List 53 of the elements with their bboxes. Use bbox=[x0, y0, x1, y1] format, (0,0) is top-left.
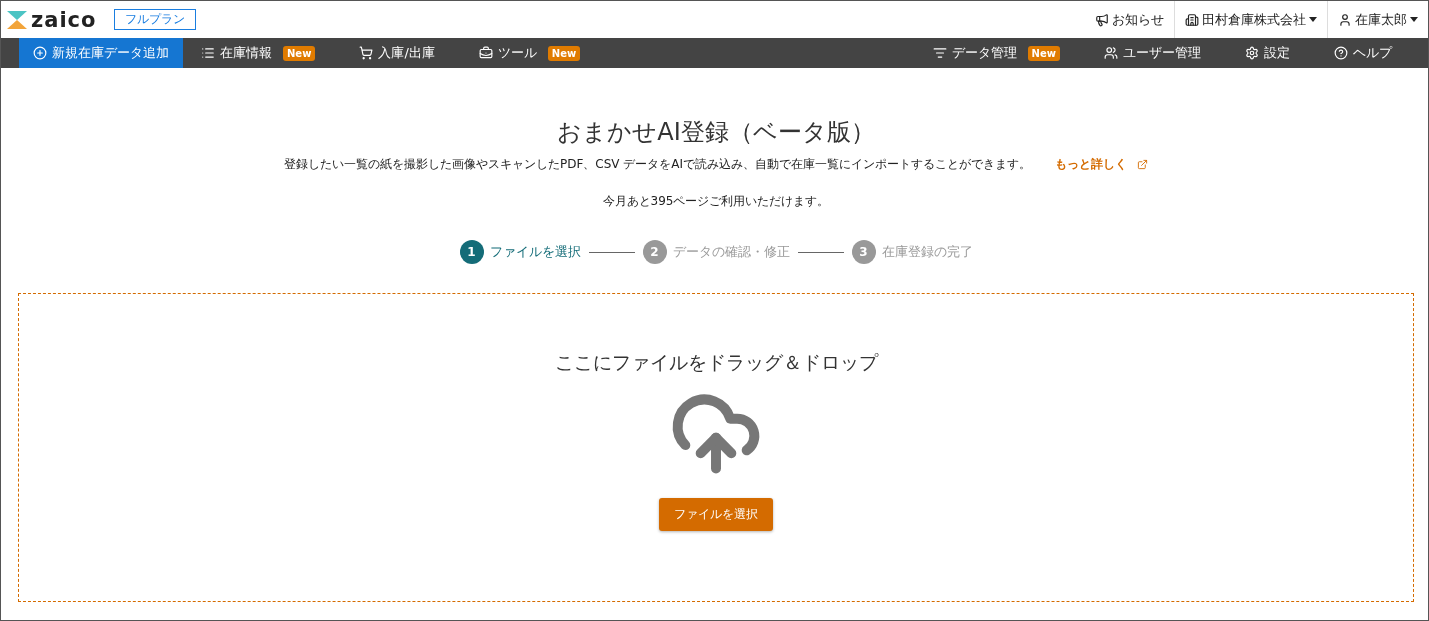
new-badge: New bbox=[547, 45, 581, 61]
step-number: 2 bbox=[642, 240, 667, 264]
more-link[interactable]: もっと詳しく bbox=[1055, 156, 1149, 173]
nav-label: ヘルプ bbox=[1353, 44, 1392, 62]
settings-icon bbox=[1245, 46, 1259, 60]
user-icon bbox=[1338, 12, 1352, 27]
megaphone-icon bbox=[1095, 12, 1109, 27]
step-label: ファイルを選択 bbox=[489, 243, 581, 261]
users-icon bbox=[1104, 46, 1118, 60]
drop-prompt: ここにファイルをドラッグ＆ドロップ bbox=[554, 350, 878, 375]
logo-text: zaico bbox=[31, 7, 97, 32]
caret-icon bbox=[1410, 17, 1418, 22]
header-link-label: お知らせ bbox=[1112, 10, 1164, 29]
plus-circle-icon bbox=[33, 46, 47, 60]
nav-tab[interactable]: ヘルプ bbox=[1320, 38, 1406, 68]
lines-icon bbox=[932, 46, 947, 60]
select-file-button[interactable]: ファイルを選択 bbox=[659, 498, 773, 531]
nav-tab[interactable]: ユーザー管理 bbox=[1090, 38, 1215, 68]
nav-label: ツール bbox=[497, 44, 537, 62]
nav-tab[interactable]: 新規在庫データ追加 bbox=[19, 38, 183, 68]
nav-label: ユーザー管理 bbox=[1123, 44, 1201, 62]
step-number: 1 bbox=[459, 240, 484, 264]
nav-label: データ管理 bbox=[951, 44, 1017, 62]
page-title: おまかせAI登録（ベータ版） bbox=[557, 117, 875, 148]
caret-icon bbox=[1309, 17, 1317, 22]
step-label: データの確認・修正 bbox=[672, 243, 790, 261]
help-icon bbox=[1334, 46, 1348, 60]
toolbox-icon bbox=[478, 46, 493, 60]
nav-tab[interactable]: 在庫情報 New bbox=[187, 38, 330, 68]
new-badge: New bbox=[1027, 45, 1060, 61]
list-icon bbox=[201, 46, 215, 60]
nav-label: 入庫/出庫 bbox=[378, 44, 435, 62]
cart-icon bbox=[359, 46, 374, 60]
nav-label: 設定 bbox=[1264, 44, 1290, 62]
nav-label: 在庫情報 bbox=[220, 44, 272, 62]
step-number: 3 bbox=[851, 240, 876, 264]
new-badge: New bbox=[283, 45, 316, 61]
nav-tab[interactable]: データ管理 New bbox=[918, 38, 1074, 68]
nav-tab[interactable]: 入庫/出庫 bbox=[345, 38, 449, 68]
step-label: 在庫登録の完了 bbox=[881, 243, 973, 261]
header-link[interactable]: お知らせ bbox=[1085, 1, 1174, 38]
header-link-label: 在庫太郎 bbox=[1355, 10, 1407, 29]
external-link-icon bbox=[1137, 159, 1149, 170]
remaining-pages-text: 今月あと395ページご利用いただけます。 bbox=[602, 193, 830, 210]
nav-tab[interactable]: 設定 bbox=[1231, 38, 1304, 68]
logo-mark-icon bbox=[7, 10, 27, 29]
nav-label: 新規在庫データ追加 bbox=[52, 44, 169, 62]
plan-label: フルプラン bbox=[114, 9, 197, 30]
description-text: 登録したい一覧の紙を撮影した画像やスキャンしたPDF、CSV データをAIで読み込み、自動で在庫一覧にインポートすることができます。 bbox=[283, 156, 1032, 173]
building-icon bbox=[1185, 12, 1199, 27]
header-link-label: 田村倉庫株式会社 bbox=[1202, 10, 1306, 29]
drop-zone[interactable]: ここにファイルをドラッグ＆ドロップ ファイルを選択 bbox=[18, 293, 1414, 602]
nav-tab[interactable]: ツール New bbox=[464, 38, 595, 68]
